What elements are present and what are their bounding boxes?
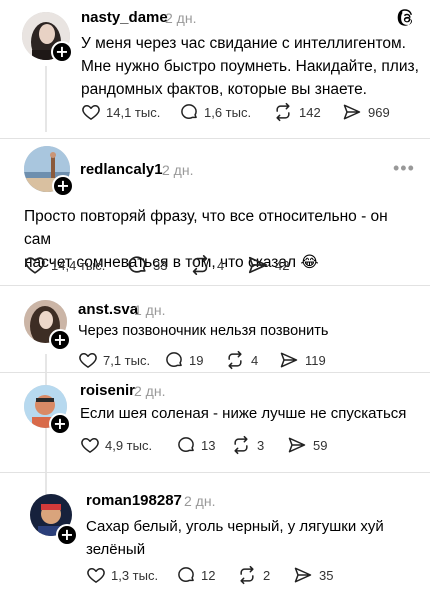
like-button[interactable]: 14,4 тыс.: [24, 253, 105, 277]
share-count: 119: [305, 352, 326, 368]
heart-icon: [82, 105, 100, 120]
post-text: У меня через час свидание с интеллигенто…: [81, 32, 421, 101]
like-button[interactable]: 7,1 тыс.: [78, 348, 150, 372]
share-icon: [280, 352, 298, 368]
repost-icon: [240, 565, 254, 585]
share-count: 969: [368, 104, 390, 120]
post-time: 2 дн.: [165, 10, 197, 26]
share-button[interactable]: 35: [292, 563, 333, 587]
comment-count: 13: [201, 437, 216, 453]
post-roisenir: + roisenir 2 дн. Если шея соленая - ниже…: [0, 373, 430, 473]
comment-count: 12: [201, 567, 216, 583]
share-icon: [288, 437, 306, 453]
like-button[interactable]: 14,1 тыс.: [81, 100, 160, 124]
post-text: Если шея соленая - ниже лучше не спускат…: [80, 402, 420, 425]
repost-icon: [276, 102, 290, 122]
heart-icon: [87, 568, 105, 583]
post-text-line: Если шея соленая - ниже лучше не спускат…: [80, 405, 407, 422]
comment-button[interactable]: 13: [176, 433, 215, 457]
post-text-line: Мне нужно быстро поумнеть. Накидайте, пл…: [81, 58, 419, 75]
repost-button[interactable]: 4: [224, 348, 258, 372]
heart-icon: [25, 257, 45, 274]
repost-button[interactable]: 4: [188, 253, 224, 277]
comment-button[interactable]: 33: [126, 253, 167, 277]
post-time: 2 дн.: [134, 383, 166, 399]
repost-button[interactable]: 3: [230, 433, 264, 457]
share-button[interactable]: 59: [286, 433, 327, 457]
comment-icon: [181, 104, 197, 119]
post-anst-sva: + anst.sva 1 дн. Через позвоночник нельз…: [0, 286, 430, 536]
heart-icon: [81, 438, 99, 453]
comment-count: 1,6 тыс.: [204, 104, 252, 120]
post-actions: 1,3 тыс. 12 2 35: [86, 563, 406, 587]
share-icon: [248, 256, 268, 274]
share-button[interactable]: 969: [341, 100, 390, 124]
repost-button[interactable]: 2: [236, 563, 270, 587]
post-actions: 14,1 тыс. 1,6 тыс. 142 969: [81, 100, 411, 124]
comment-icon: [128, 256, 146, 273]
repost-button[interactable]: 142: [272, 100, 321, 124]
thread-line: [45, 66, 47, 132]
comment-count: 33: [153, 257, 168, 273]
username[interactable]: roisenir: [80, 382, 135, 399]
post-redlancaly1: + redlancaly1 2 дн. ••• Просто повторяй …: [0, 139, 430, 294]
repost-count: 2: [263, 567, 271, 583]
repost-count: 4: [251, 352, 259, 368]
follow-plus-icon[interactable]: +: [51, 41, 73, 63]
like-count: 14,1 тыс.: [106, 104, 161, 120]
share-button[interactable]: 119: [278, 348, 326, 372]
share-count: 35: [319, 567, 334, 583]
username[interactable]: roman198287: [86, 492, 182, 509]
heart-icon: [79, 353, 97, 368]
share-count: 59: [313, 437, 328, 453]
username[interactable]: anst.sva: [78, 301, 138, 318]
post-text: Сахар белый, уголь черный, у лягушки хуй…: [86, 515, 416, 561]
repost-icon: [192, 255, 208, 275]
post-text-line: Через позвоночник нельзя позвонить: [78, 323, 329, 339]
post-text-line: У меня через час свидание с интеллигенто…: [81, 35, 406, 52]
follow-plus-icon[interactable]: +: [56, 524, 78, 546]
like-count: 1,3 тыс.: [111, 567, 159, 583]
repost-icon: [234, 435, 248, 455]
like-button[interactable]: 4,9 тыс.: [80, 433, 152, 457]
like-count: 4,9 тыс.: [105, 437, 153, 453]
comment-icon: [178, 437, 194, 452]
post-text-line: Сахар белый, уголь черный, у лягушки хуй: [86, 518, 384, 535]
comment-icon: [178, 567, 194, 582]
comment-button[interactable]: 12: [176, 563, 215, 587]
repost-count: 3: [257, 437, 265, 453]
comment-count: 19: [189, 352, 204, 368]
follow-plus-icon[interactable]: +: [49, 329, 71, 351]
comment-button[interactable]: 19: [164, 348, 203, 372]
post-actions: 14,4 тыс. 33 4 42: [24, 253, 354, 277]
follow-plus-icon[interactable]: +: [52, 175, 74, 197]
repost-icon: [228, 350, 242, 370]
more-options-icon[interactable]: •••: [393, 158, 415, 179]
like-count: 14,4 тыс.: [51, 257, 106, 273]
share-count: 42: [275, 257, 290, 273]
post-time: 2 дн.: [162, 162, 194, 178]
share-icon: [343, 104, 361, 120]
username[interactable]: redlancaly1: [80, 161, 163, 178]
post-nasty-dame: + nasty_dame 2 дн. У меня через час свид…: [0, 0, 430, 140]
post-text-line: рандомных фактов, которые вы знаете.: [81, 81, 367, 98]
post-time: 2 дн.: [184, 493, 216, 509]
username[interactable]: nasty_dame: [81, 9, 168, 26]
repost-count: 4: [217, 257, 225, 273]
post-actions: 7,1 тыс. 19 4 119: [78, 348, 398, 372]
post-actions: 4,9 тыс. 13 3 59: [80, 433, 400, 457]
comment-button[interactable]: 1,6 тыс.: [179, 100, 251, 124]
post-text-line: Просто повторяй фразу, что все относител…: [24, 208, 388, 248]
comment-icon: [166, 352, 182, 367]
post-roman198287: + roman198287 2 дн. Сахар белый, уголь ч…: [0, 473, 430, 600]
follow-plus-icon[interactable]: +: [49, 413, 71, 435]
post-time: 1 дн.: [134, 302, 166, 318]
post-text: Через позвоночник нельзя позвонить: [78, 320, 418, 343]
share-icon: [294, 567, 312, 583]
post-text-line: зелёный: [86, 541, 146, 558]
share-button[interactable]: 42: [246, 253, 289, 277]
like-button[interactable]: 1,3 тыс.: [86, 563, 158, 587]
repost-count: 142: [299, 104, 321, 120]
like-count: 7,1 тыс.: [103, 352, 151, 368]
